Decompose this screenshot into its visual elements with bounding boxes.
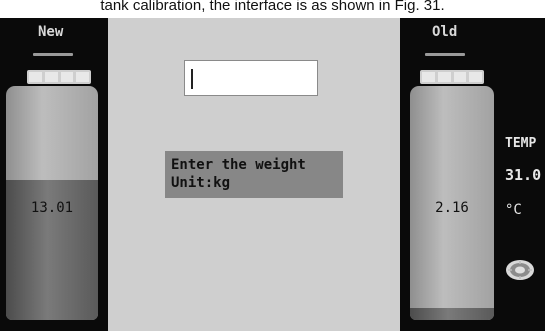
old-tank-cap xyxy=(420,70,484,84)
new-tank-cap-line xyxy=(33,53,73,56)
figure-caption: tank calibration, the interface is as sh… xyxy=(100,0,445,14)
text-caret xyxy=(191,69,193,89)
temp-label: TEMP xyxy=(505,136,537,151)
weight-input[interactable] xyxy=(184,60,318,96)
new-tank-label: New xyxy=(38,24,64,40)
old-tank-label: Old xyxy=(432,24,458,40)
new-tank: 13.01 xyxy=(6,86,98,320)
gear-icon[interactable] xyxy=(505,258,535,282)
prompt-line-2: Unit:kg xyxy=(171,175,231,191)
new-tank-value: 13.01 xyxy=(30,200,74,216)
old-tank-fill xyxy=(410,308,494,320)
device-screen: New 13.01 Enter the weight Unit:kg Old 2… xyxy=(0,18,545,331)
temp-unit: °C xyxy=(505,202,522,218)
old-tank: 2.16 xyxy=(410,86,494,320)
prompt-box: Enter the weight Unit:kg xyxy=(165,151,343,198)
old-tank-cap-line xyxy=(425,53,465,56)
temp-value: 31.0 xyxy=(505,166,542,184)
old-tank-value: 2.16 xyxy=(435,200,469,216)
prompt-line-1: Enter the weight xyxy=(171,157,306,173)
input-panel: Enter the weight Unit:kg xyxy=(108,18,400,331)
new-tank-cap xyxy=(27,70,91,84)
